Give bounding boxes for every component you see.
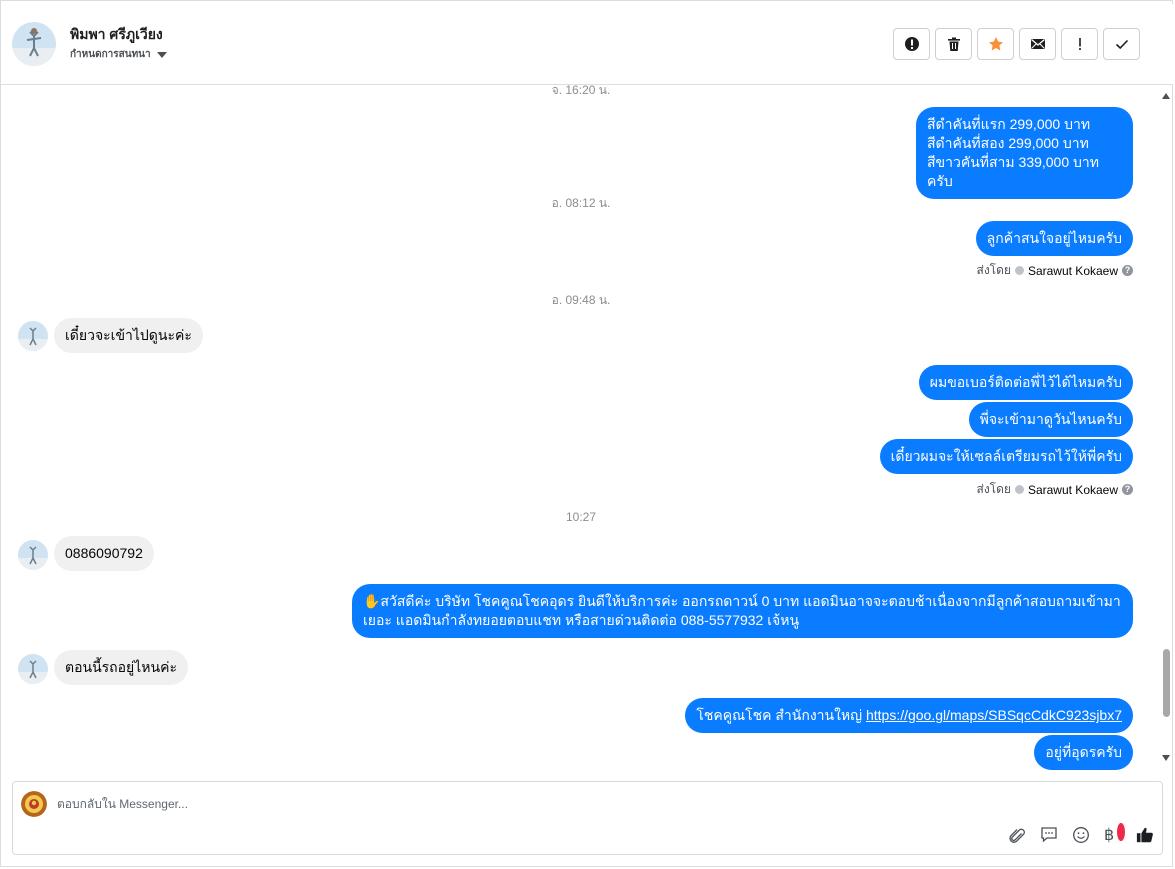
conversation-schedule-dropdown[interactable]: กำหนดการสนทนา xyxy=(70,47,167,62)
like-icon xyxy=(1136,827,1153,843)
page-badge-icon xyxy=(1014,266,1024,275)
incoming-message[interactable]: เดี๋ยวจะเข้าไปดูนะค่ะ xyxy=(54,318,203,353)
sent-by-label: ส่งโดย xyxy=(976,263,1011,277)
paperclip-icon xyxy=(1009,828,1025,843)
message-text: โชคคูณโชค สำนักงานใหญ่ xyxy=(696,707,866,723)
follow-up-button[interactable] xyxy=(1061,28,1098,60)
sender-name[interactable]: Sarawut Kokaew xyxy=(1028,483,1118,497)
outgoing-message[interactable]: ลูกค้าสนใจอยู่ไหมครับ xyxy=(975,221,1133,256)
reply-input[interactable] xyxy=(57,794,657,814)
message-line: สีขาวคันที่สาม 339,000 บาท ครับ xyxy=(927,154,1099,189)
schedule-label: กำหนดการสนทนา xyxy=(70,49,151,60)
payment-icon: ฿ xyxy=(1104,827,1115,844)
check-icon xyxy=(1115,39,1128,50)
outgoing-message[interactable]: ผมขอเบอร์ติดต่อพี่ไว้ได้ไหมครับ xyxy=(918,365,1133,400)
message-line: ✋สวัสดีค่ะ บริษัท โชคคูณโชคอุดร ยินดีให้… xyxy=(363,593,1121,609)
attach-button[interactable] xyxy=(1008,826,1026,844)
sender-name[interactable]: Sarawut Kokaew xyxy=(1028,264,1118,278)
mark-spam-button[interactable] xyxy=(893,28,930,60)
contact-avatar-small xyxy=(18,654,48,684)
saved-replies-button[interactable] xyxy=(1040,826,1058,844)
outgoing-message[interactable]: โชคคูณโชค สำนักงานใหญ่ https://goo.gl/ma… xyxy=(685,698,1133,733)
star-icon xyxy=(988,37,1003,51)
outgoing-message[interactable]: สีดำคันที่แรก 299,000 บาท สีดำคันที่สอง … xyxy=(916,107,1133,199)
outgoing-message[interactable]: พี่จะเข้ามาดูวันไหนครับ xyxy=(968,402,1133,437)
outgoing-message[interactable]: ✋สวัสดีค่ะ บริษัท โชคคูณโชคอุดร ยินดีให้… xyxy=(352,584,1133,638)
trash-icon xyxy=(947,37,960,51)
contact-avatar[interactable] xyxy=(12,22,56,66)
conversation-toolbar xyxy=(893,28,1140,60)
incoming-message[interactable]: 0886090792 xyxy=(54,536,154,571)
like-button[interactable] xyxy=(1136,826,1154,844)
reply-composer: ฿ xyxy=(12,781,1163,855)
message-line: สีดำคันที่สอง 299,000 บาท xyxy=(927,135,1089,151)
conversation-header: พิมพา ศรีภูเวียง กำหนดการสนทนา xyxy=(1,4,1173,85)
scroll-up-arrow-icon[interactable] xyxy=(1162,93,1170,99)
contact-name[interactable]: พิมพา ศรีภูเวียง xyxy=(70,24,163,46)
help-icon[interactable]: ? xyxy=(1122,265,1133,276)
exclamation-icon xyxy=(1078,38,1081,50)
notification-dot xyxy=(1117,823,1125,841)
envelope-icon xyxy=(1030,39,1045,49)
sent-by-info: ส่งโดย Sarawut Kokaew ? xyxy=(976,261,1133,280)
sent-by-label: ส่งโดย xyxy=(976,482,1011,496)
mark-unread-button[interactable] xyxy=(1019,28,1056,60)
emoji-button[interactable] xyxy=(1072,826,1090,844)
help-icon[interactable]: ? xyxy=(1122,484,1133,495)
payment-button[interactable]: ฿ xyxy=(1104,823,1125,844)
delete-button[interactable] xyxy=(935,28,972,60)
message-line: สีดำคันที่แรก 299,000 บาท xyxy=(927,116,1091,132)
composer-tools: ฿ xyxy=(1008,823,1154,844)
contact-avatar-small xyxy=(18,321,48,351)
star-button[interactable] xyxy=(977,28,1014,60)
timestamp: 10:27 xyxy=(565,510,597,524)
timestamp: อ. 09:48 น. xyxy=(551,293,611,307)
message-thread[interactable]: จ. 16:20 น. สีดำคันที่แรก 299,000 บาท สี… xyxy=(1,85,1161,770)
outgoing-message[interactable]: เดี๋ยวผมจะให้เซลล์เตรียมรถไว้ให้พี่ครับ xyxy=(879,439,1133,474)
sent-by-info: ส่งโดย Sarawut Kokaew ? xyxy=(976,480,1133,499)
thread-scrollbar[interactable] xyxy=(1160,88,1173,768)
saved-replies-icon xyxy=(1041,827,1057,843)
contact-avatar-small xyxy=(18,540,48,570)
timestamp: อ. 08:12 น. xyxy=(551,196,611,210)
message-line: เยอะ แอดมินกำลังทยอยตอบแชท หรือสายด่วนติ… xyxy=(363,612,800,628)
caret-down-icon xyxy=(156,51,167,58)
map-link[interactable]: https://goo.gl/maps/SBSqcCdkC923sjbx7 xyxy=(866,707,1122,723)
emoji-icon xyxy=(1073,827,1089,843)
incoming-message[interactable]: ตอนนี้รถอยู่ไหนค่ะ xyxy=(54,650,188,685)
alert-circle-icon xyxy=(904,37,919,51)
timestamp: จ. 16:20 น. xyxy=(551,85,611,97)
mark-done-button[interactable] xyxy=(1103,28,1140,60)
page-badge-icon xyxy=(1014,485,1024,494)
scroll-down-arrow-icon[interactable] xyxy=(1162,755,1170,761)
outgoing-message[interactable]: อยู่ที่อุดรครับ xyxy=(1034,735,1133,770)
page-avatar xyxy=(21,791,47,817)
scroll-thumb[interactable] xyxy=(1163,649,1170,717)
